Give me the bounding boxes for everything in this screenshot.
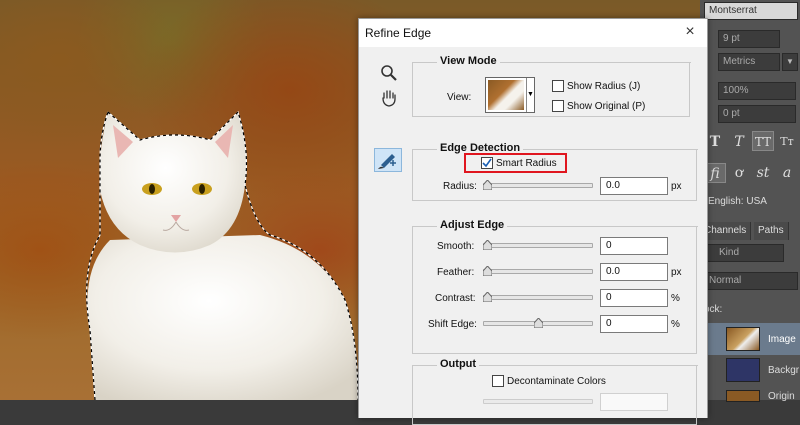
decontaminate-label: Decontaminate Colors [507,376,606,387]
adjust-edge-title: Adjust Edge [437,219,508,231]
feather-slider[interactable] [483,269,593,274]
refine-edge-dialog: Refine Edge × View Mode View: ▼ Show Rad… [358,18,708,425]
layer-thumbnail [726,358,760,382]
layer-thumbnail [726,390,760,402]
shift-edge-label: Shift Edge: [428,319,477,330]
output-title: Output [437,358,480,370]
faux-italic-icon[interactable]: T [728,132,750,152]
refine-radius-tool-icon[interactable] [374,148,402,172]
contrast-unit: % [671,293,680,304]
smart-radius-label: Smart Radius [496,158,557,169]
checkmark-icon [482,158,492,168]
shift-edge-input[interactable]: 0 [600,315,668,333]
feather-input[interactable]: 0.0 [600,263,668,281]
old-style-icon[interactable]: ơ [728,163,750,183]
contrast-input[interactable]: 0 [600,289,668,307]
layer-thumbnail [726,327,760,351]
smooth-slider[interactable] [483,243,593,248]
character-layers-panel: Montserrat 9 pt Metrics ▼ 100% 0 pt T T … [700,0,800,402]
language-select[interactable]: English: USA [708,196,767,207]
layer-row-image[interactable]: Image [700,323,800,355]
hand-tool-icon[interactable] [379,88,399,108]
horizontal-scale-field[interactable]: 100% [718,82,796,100]
feather-slider-thumb[interactable] [483,266,492,276]
show-radius-checkbox[interactable] [552,80,564,92]
radius-label: Radius: [443,181,477,192]
contrast-slider-thumb[interactable] [483,292,492,302]
layer-row-background[interactable]: Backgr [700,356,800,386]
amount-input[interactable] [600,393,668,411]
smooth-label: Smooth: [437,241,475,252]
show-original-checkbox[interactable] [552,100,564,112]
all-caps-icon[interactable]: TT [752,131,774,151]
layer-name: Origin [768,391,795,402]
view-label: View: [447,92,472,103]
smooth-input[interactable]: 0 [600,237,668,255]
shift-edge-slider-thumb[interactable] [534,318,543,328]
baseline-shift-field[interactable]: 0 pt [718,105,796,123]
layer-filter-kind[interactable]: Kind [704,244,784,262]
close-button[interactable]: × [679,22,701,44]
feather-label: Feather: [437,267,475,278]
font-family-field[interactable]: Montserrat [704,2,798,20]
font-size-field[interactable]: 9 pt [718,30,780,48]
stylistic-alt-icon[interactable]: a [776,163,798,183]
show-radius-label: Show Radius (J) [567,81,641,92]
view-thumbnail [488,80,524,110]
blend-mode-select[interactable]: Normal [704,272,798,290]
radius-unit: px [671,181,682,192]
kerning-field[interactable]: Metrics [718,53,780,71]
view-dropdown-icon[interactable]: ▼ [526,78,534,112]
decontaminate-checkbox[interactable] [492,375,504,387]
view-mode-group: View Mode [412,55,691,117]
show-original-label: Show Original (P) [567,101,646,112]
tab-paths[interactable]: Paths [754,222,789,240]
smart-radius-checkbox[interactable] [481,157,493,169]
contrast-slider[interactable] [483,295,593,300]
kerning-dropdown-icon[interactable]: ▼ [782,53,798,71]
radius-slider[interactable] [483,183,593,188]
view-mode-title: View Mode [437,55,500,67]
shift-edge-unit: % [671,319,680,330]
feather-unit: px [671,267,682,278]
dialog-title: Refine Edge [365,26,432,40]
view-mode-picker[interactable]: ▼ [485,77,535,113]
radius-input[interactable]: 0.0 [600,177,668,195]
swash-icon[interactable]: st [752,163,774,183]
small-caps-icon[interactable]: Tт [776,132,798,152]
layer-name: Image [768,334,796,345]
filter-kind-label: Kind [719,247,740,258]
smooth-slider-thumb[interactable] [483,240,492,250]
dialog-title-bar[interactable]: Refine Edge × [359,19,707,47]
layer-name: Backgr [768,365,800,376]
zoom-tool-icon[interactable] [379,63,399,83]
contrast-label: Contrast: [435,293,476,304]
radius-slider-thumb[interactable] [483,180,492,190]
